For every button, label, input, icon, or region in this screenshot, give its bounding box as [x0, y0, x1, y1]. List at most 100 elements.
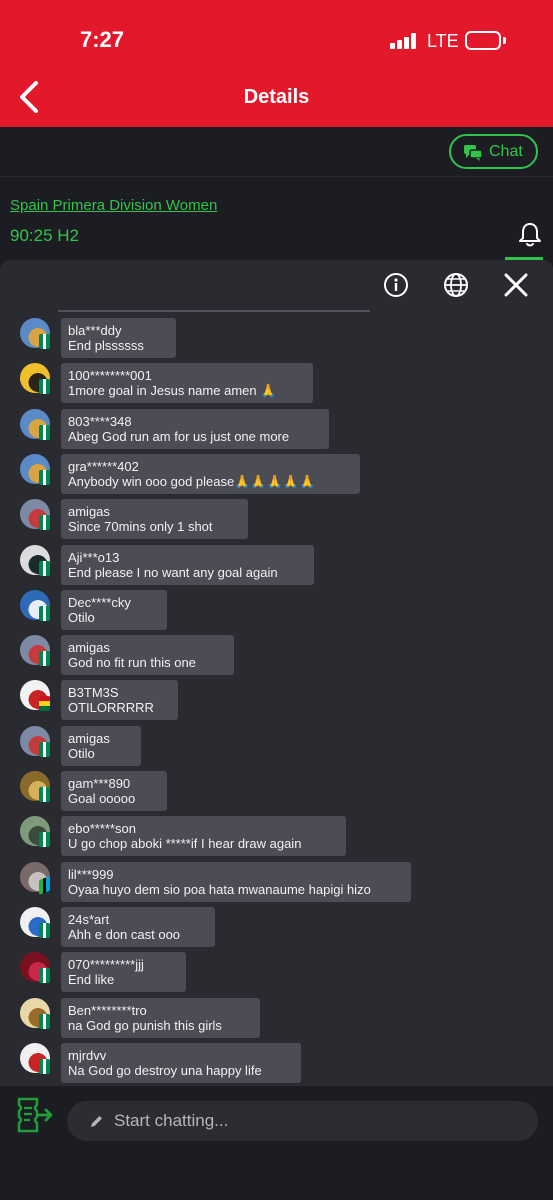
country-flag-icon	[39, 334, 50, 349]
country-flag-icon	[39, 515, 50, 531]
chat-message: mjrdvv Na God go destroy una happy life	[20, 1042, 301, 1083]
message-username: amigas	[68, 640, 110, 656]
match-time: 90:25 H2	[10, 226, 79, 245]
message-text: End please I no want any goal again	[68, 564, 278, 580]
message-bubble: gam***890 Goal ooooo	[61, 771, 167, 811]
chat-message: Aji***o13 End please I no want any goal a…	[20, 544, 314, 585]
chat-message: 803****348 Abeg God run am for us just on…	[20, 408, 329, 449]
chat-message: 100********001 1more goal in Jesus name a…	[20, 363, 313, 404]
country-flag-icon	[39, 469, 50, 485]
message-bubble: ebo*****son U go chop aboki *****if I hea…	[61, 816, 346, 857]
match-info	[0, 178, 553, 260]
page-title: Details	[243, 86, 310, 108]
country-flag-icon	[39, 968, 50, 984]
message-text: God no fit run this one	[68, 655, 196, 671]
league-link[interactable]: Spain Primera Division Women	[10, 197, 217, 214]
chat-message: bla***ddy End plssssss	[20, 318, 176, 358]
chat-message: Dec****cky Otilo	[20, 589, 167, 630]
pencil-icon	[91, 1116, 102, 1127]
message-bubble: 070*********jjj End like	[61, 952, 186, 993]
chat-message: 24s*art Ahh e don cast ooo	[20, 906, 215, 947]
country-flag-icon	[39, 651, 50, 667]
message-username: amigas	[68, 504, 110, 520]
chat-input-wrapper[interactable]	[67, 1101, 538, 1141]
message-bubble: Dec****cky Otilo	[61, 589, 167, 630]
message-username: B3TM3S	[68, 685, 119, 701]
chat-message: amigas God no fit run this one	[20, 635, 234, 676]
message-bubble: Aji***o13 End please I no want any goal a…	[61, 544, 314, 585]
bell-icon[interactable]	[518, 222, 542, 248]
chat-message: ebo*****son U go chop aboki *****if I hea…	[20, 816, 346, 857]
message-username: 070*********jjj	[68, 957, 144, 973]
status-time: 7:27	[80, 27, 125, 52]
globe-icon[interactable]	[443, 272, 469, 298]
chat-button[interactable]: Chat	[449, 134, 538, 169]
battery-cap	[503, 37, 506, 44]
message-bubble: bla***ddy End plssssss	[61, 318, 176, 358]
message-username: 100********001	[68, 368, 152, 384]
message-username: lil***999	[68, 866, 114, 882]
network-type: LTE	[427, 31, 459, 51]
message-username: 24s*art	[68, 911, 110, 927]
message-username: ebo*****son	[68, 821, 136, 837]
message-text: na God go punish this girls	[68, 1017, 222, 1033]
country-flag-icon	[39, 696, 50, 712]
country-flag-icon	[39, 832, 50, 848]
message-username: mjrdvv	[68, 1047, 107, 1063]
message-bubble: amigas God no fit run this one	[61, 635, 234, 676]
message-text: Goal ooooo	[68, 791, 136, 806]
message-bubble: 100********001 1more goal in Jesus name a…	[61, 363, 313, 404]
country-flag-icon	[39, 1013, 50, 1029]
chat-message: 070*********jjj End like	[20, 952, 186, 993]
message-bubble: mjrdvv Na God go destroy una happy life	[61, 1042, 301, 1083]
country-flag-icon	[39, 922, 50, 938]
message-text: 1more goal in Jesus name amen 🙏	[68, 383, 277, 399]
message-bubble: amigas Otilo	[61, 725, 141, 766]
message-bubble: 803****348 Abeg God run am for us just on…	[61, 408, 329, 449]
panel-divider	[58, 310, 370, 312]
message-text: OTILORRRRR	[68, 700, 154, 716]
message-username: amigas	[68, 730, 110, 746]
message-bubble: 24s*art Ahh e don cast ooo	[61, 906, 215, 947]
message-text: Otilo	[68, 745, 95, 761]
message-bubble: Ben********tro na God go punish this girl…	[61, 997, 260, 1038]
message-text: Since 70mins only 1 shot	[68, 519, 213, 535]
chat-message: gra******402 Anybody win ooo god please🙏🙏…	[20, 453, 360, 494]
message-text: Ahh e don cast ooo	[68, 926, 181, 942]
message-text: Anybody win ooo god please🙏🙏🙏🙏🙏	[68, 473, 316, 489]
chat-message: gam***890 Goal ooooo	[20, 771, 167, 811]
info-icon[interactable]	[383, 272, 409, 298]
message-text: U go chop aboki *****if I hear draw agai…	[68, 836, 302, 852]
close-icon[interactable]	[503, 272, 529, 298]
message-bubble: gra******402 Anybody win ooo god please🙏🙏…	[61, 453, 360, 494]
message-text: Otilo	[68, 609, 95, 625]
message-text: End plssssss	[68, 338, 144, 353]
message-username: gra******402	[68, 458, 139, 474]
message-bubble: lil***999 Oyaa huyo dem sio poa hata mwan…	[61, 861, 411, 902]
chat-icon	[464, 145, 483, 161]
country-flag-icon	[39, 787, 50, 802]
message-text: Na God go destroy una happy life	[68, 1062, 262, 1078]
country-flag-icon	[39, 560, 50, 576]
chat-input[interactable]	[114, 1109, 514, 1133]
message-username: Ben********tro	[68, 1002, 147, 1018]
country-flag-icon	[39, 605, 50, 621]
battery-icon	[465, 31, 501, 50]
chat-message: lil***999 Oyaa huyo dem sio poa hata mwan…	[20, 861, 411, 902]
country-flag-icon	[39, 1058, 50, 1074]
chat-message: B3TM3S OTILORRRRR	[20, 680, 178, 721]
country-flag-icon	[39, 424, 50, 440]
message-username: Dec****cky	[68, 594, 131, 610]
message-username: gam***890	[68, 776, 131, 791]
country-flag-icon	[39, 741, 50, 757]
message-text: Abeg God run am for us just one more	[68, 428, 290, 444]
message-username: Aji***o13	[68, 549, 120, 565]
country-flag-icon	[39, 875, 50, 895]
chat-message: amigas Since 70mins only 1 shot	[20, 499, 248, 540]
bet-slip-icon[interactable]	[15, 1096, 55, 1136]
chat-message: amigas Otilo	[20, 725, 141, 766]
country-flag-icon	[39, 379, 50, 395]
message-username: bla***ddy	[68, 323, 122, 338]
message-text: Oyaa huyo dem sio poa hata mwanaume hapi…	[68, 881, 371, 897]
app-header: 7:27 LTE Details	[0, 0, 553, 127]
